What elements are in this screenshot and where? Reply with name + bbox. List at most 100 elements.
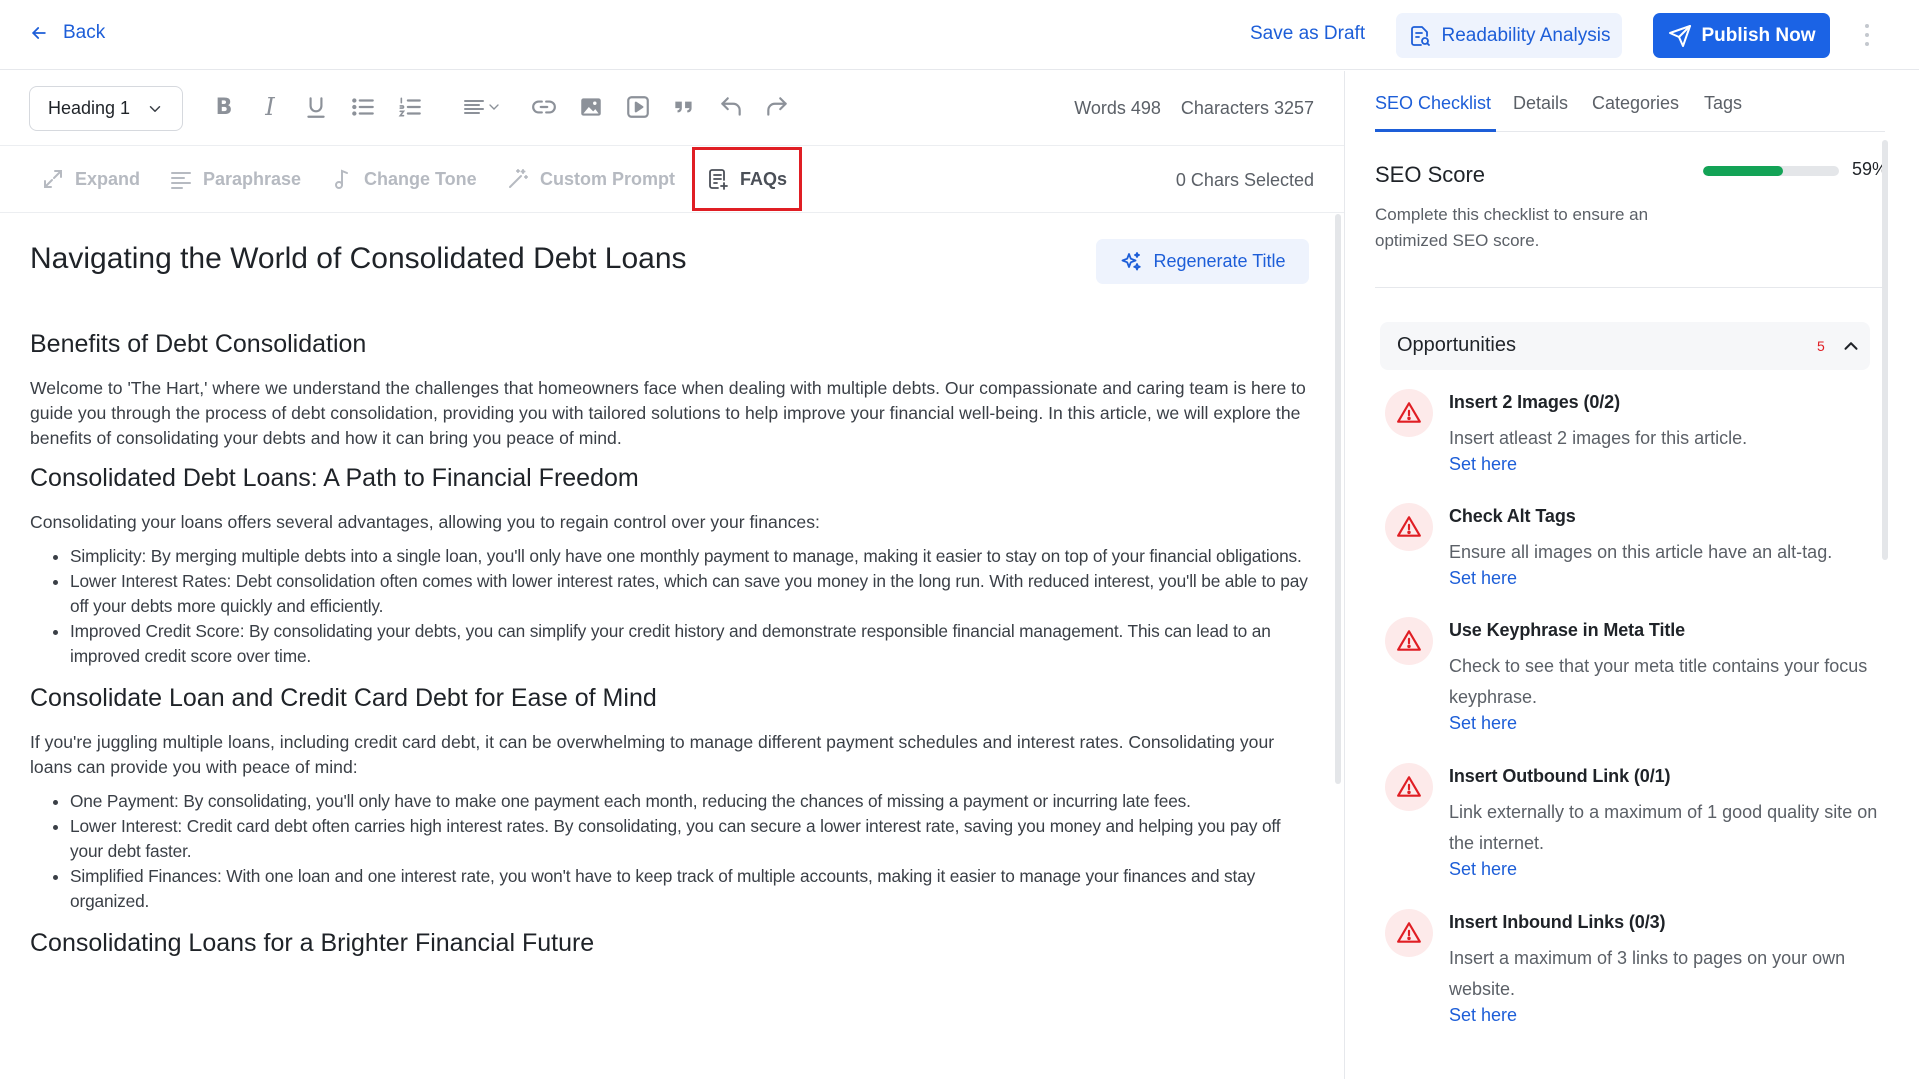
seo-description: Complete this checklist to ensure an opt… <box>1375 205 1649 250</box>
seo-score-title: SEO Score <box>1375 162 1486 187</box>
divider <box>1375 287 1885 288</box>
active-tab-indicator <box>1375 129 1496 132</box>
words-count: Words 498 <box>1074 98 1161 118</box>
article-content[interactable]: Navigating the World of Consolidated Deb… <box>0 214 1344 1079</box>
change-tone-button[interactable]: Change Tone <box>330 167 477 191</box>
warning-icon <box>1385 909 1433 957</box>
document-search-icon <box>1410 25 1430 46</box>
list-item: Simplicity: By merging multiple debts in… <box>70 544 1310 569</box>
regenerate-title-label: Regenerate Title <box>1153 251 1286 271</box>
opportunities-title: Opportunities <box>1397 334 1516 356</box>
list-item: Improved Credit Score: By consolidating … <box>70 619 1310 669</box>
video-icon[interactable] <box>622 91 654 123</box>
bullet-list-icon[interactable] <box>347 91 379 123</box>
list-item: Lower Interest Rates: Debt consolidation… <box>70 569 1310 619</box>
section-paragraph: Welcome to 'The Hart,' where we understa… <box>30 378 1306 448</box>
chevron-up-icon[interactable] <box>1840 335 1862 357</box>
checklist-item-title: Insert Outbound Link (0/1) <box>1449 766 1671 786</box>
regenerate-title-button[interactable]: Regenerate Title <box>1096 239 1309 284</box>
undo-icon[interactable] <box>715 91 747 123</box>
section-heading: Consolidated Debt Loans: A Path to Finan… <box>30 464 639 492</box>
italic-icon[interactable]: I <box>254 91 286 123</box>
music-note-icon <box>335 169 348 189</box>
checklist-item-title: Use Keyphrase in Meta Title <box>1449 620 1686 640</box>
tab-details[interactable]: Details <box>1513 93 1568 114</box>
checklist-item-desc: Insert atleast 2 images for this article… <box>1449 428 1748 448</box>
expand-icon <box>44 170 62 188</box>
back-button[interactable]: Back <box>29 22 105 44</box>
highlight-box <box>692 147 802 211</box>
editor-scrollbar[interactable] <box>1335 214 1341 784</box>
checklist-item-title: Check Alt Tags <box>1449 506 1576 526</box>
numbered-list-icon[interactable] <box>394 91 426 123</box>
publish-now-button[interactable]: Publish Now <box>1653 13 1830 58</box>
section-heading: Consolidate Loan and Credit Card Debt fo… <box>30 684 657 712</box>
link-icon[interactable] <box>528 91 560 123</box>
magic-wand-icon <box>509 169 528 188</box>
quote-icon[interactable] <box>668 91 700 123</box>
bullet-list: Simplicity: By merging multiple debts in… <box>30 544 1310 669</box>
expand-label: Expand <box>75 168 141 189</box>
ai-toolbar: Expand Paraphrase Change Tone Custom Pro… <box>0 147 1344 213</box>
word-char-counts: Words 498 Characters 3257 <box>1074 98 1314 119</box>
checklist-item-title: Insert 2 Images (0/2) <box>1449 392 1620 412</box>
set-here-link[interactable]: Set here <box>1449 1005 1517 1026</box>
section-heading: Benefits of Debt Consolidation <box>30 330 367 358</box>
bold-icon[interactable]: B <box>208 91 240 123</box>
formatting-toolbar: Heading 1 B I Words 498 Characters 3257 <box>0 71 1344 146</box>
seo-score-fill <box>1703 166 1784 176</box>
paraphrase-button[interactable]: Paraphrase <box>169 167 301 191</box>
image-icon[interactable] <box>575 91 607 123</box>
section-paragraph: Consolidating your loans offers several … <box>30 512 820 532</box>
tab-tags[interactable]: Tags <box>1704 93 1742 114</box>
opportunities-header[interactable]: Opportunities 5 <box>1380 322 1870 370</box>
custom-prompt-button[interactable]: Custom Prompt <box>506 167 675 191</box>
set-here-link[interactable]: Set here <box>1449 859 1517 880</box>
checklist-item-desc: Insert a maximum of 3 links to pages on … <box>1449 948 1846 999</box>
tab-categories[interactable]: Categories <box>1592 93 1679 114</box>
set-here-link[interactable]: Set here <box>1449 568 1517 589</box>
underline-icon[interactable] <box>300 91 332 123</box>
set-here-link[interactable]: Set here <box>1449 454 1517 475</box>
bullet-list: One Payment: By consolidating, you'll on… <box>30 789 1310 914</box>
list-item: One Payment: By consolidating, you'll on… <box>70 789 1310 814</box>
editor-pane: Heading 1 B I Words 498 Characters 3257 … <box>0 71 1344 1079</box>
section-heading: Consolidating Loans for a Brighter Finan… <box>30 929 595 957</box>
paraphrase-label: Paraphrase <box>203 168 302 189</box>
sparkles-icon <box>1122 251 1142 270</box>
send-icon <box>1668 24 1691 47</box>
custom-prompt-label: Custom Prompt <box>540 168 675 189</box>
arrow-left-icon <box>32 27 46 39</box>
set-here-link[interactable]: Set here <box>1449 713 1517 734</box>
warning-icon <box>1385 503 1433 551</box>
more-options-icon[interactable] <box>1860 18 1874 52</box>
sidebar-scrollbar[interactable] <box>1882 140 1888 560</box>
readability-label: Readability Analysis <box>1441 24 1611 46</box>
warning-icon <box>1385 617 1433 665</box>
list-item: Simplified Finances: With one loan and o… <box>70 864 1310 914</box>
characters-count: Characters 3257 <box>1180 98 1314 118</box>
save-draft-button[interactable]: Save as Draft <box>1250 23 1365 45</box>
section-paragraph: If you're juggling multiple loans, inclu… <box>30 732 1275 777</box>
warning-icon <box>1385 389 1433 437</box>
align-dropdown-icon[interactable] <box>458 91 506 123</box>
readability-analysis-button[interactable]: Readability Analysis <box>1396 13 1622 58</box>
heading-level-value: Heading 1 <box>48 98 131 118</box>
sidebar-tabs: SEO Checklist Details Categories Tags <box>1375 71 1885 132</box>
paraphrase-icon <box>171 172 191 189</box>
tab-seo-checklist[interactable]: SEO Checklist <box>1375 93 1491 114</box>
warning-icon <box>1385 763 1433 811</box>
checklist-item-desc: Check to see that your meta title contai… <box>1449 656 1868 707</box>
heading-level-select[interactable]: Heading 1 <box>29 86 183 131</box>
expand-button[interactable]: Expand <box>41 167 140 191</box>
change-tone-label: Change Tone <box>364 168 477 189</box>
checklist-item-desc: Ensure all images on this article have a… <box>1449 542 1833 562</box>
opportunities-count: 5 <box>1817 338 1825 354</box>
redo-icon[interactable] <box>761 91 793 123</box>
chevron-down-icon <box>149 106 161 112</box>
checklist-item-desc: Link externally to a maximum of 1 good q… <box>1449 802 1878 853</box>
publish-label: Publish Now <box>1701 24 1816 46</box>
list-item: Lower Interest: Credit card debt often c… <box>70 814 1310 864</box>
article-title[interactable]: Navigating the World of Consolidated Deb… <box>30 242 687 276</box>
chars-selected: 0 Chars Selected <box>1175 170 1314 190</box>
